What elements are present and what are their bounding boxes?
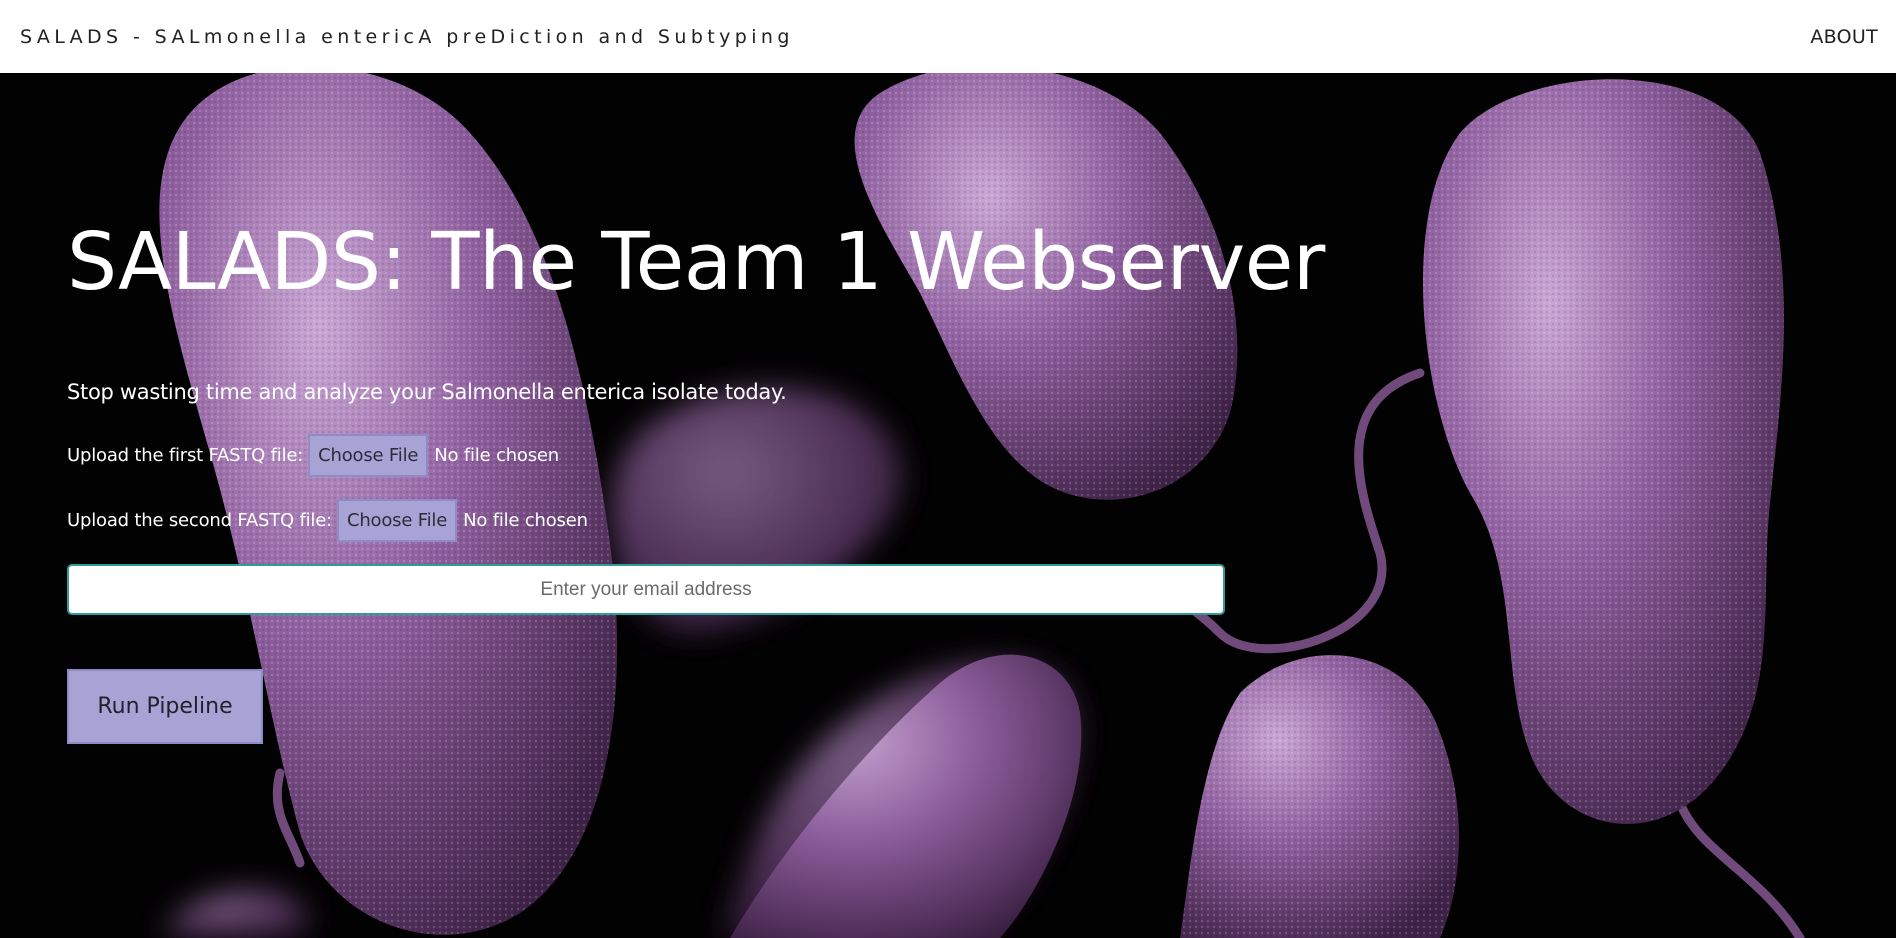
tagline: Stop wasting time and analyze your Salmo… (67, 380, 787, 404)
first-fastq-label: Upload the first FASTQ file: (67, 445, 304, 466)
first-fastq-choose-file-button[interactable]: Choose File (308, 434, 429, 477)
run-pipeline-button[interactable]: Run Pipeline (67, 669, 263, 744)
first-fastq-file-status: No file chosen (434, 445, 559, 466)
page-title: SALADS: The Team 1 Webserver (67, 216, 1325, 308)
nav-about-link[interactable]: ABOUT (1810, 26, 1878, 48)
second-fastq-label: Upload the second FASTQ file: (67, 510, 332, 531)
second-fastq-file-status: No file chosen (463, 510, 588, 531)
site-brand[interactable]: SALADS - SALmonella entericA preDiction … (20, 26, 794, 48)
first-fastq-upload: Upload the first FASTQ file: Choose File… (67, 434, 559, 477)
email-input[interactable] (67, 564, 1225, 615)
second-fastq-upload: Upload the second FASTQ file: Choose Fil… (67, 499, 588, 542)
top-navbar: SALADS - SALmonella entericA preDiction … (0, 0, 1896, 73)
second-fastq-choose-file-button[interactable]: Choose File (336, 499, 458, 542)
